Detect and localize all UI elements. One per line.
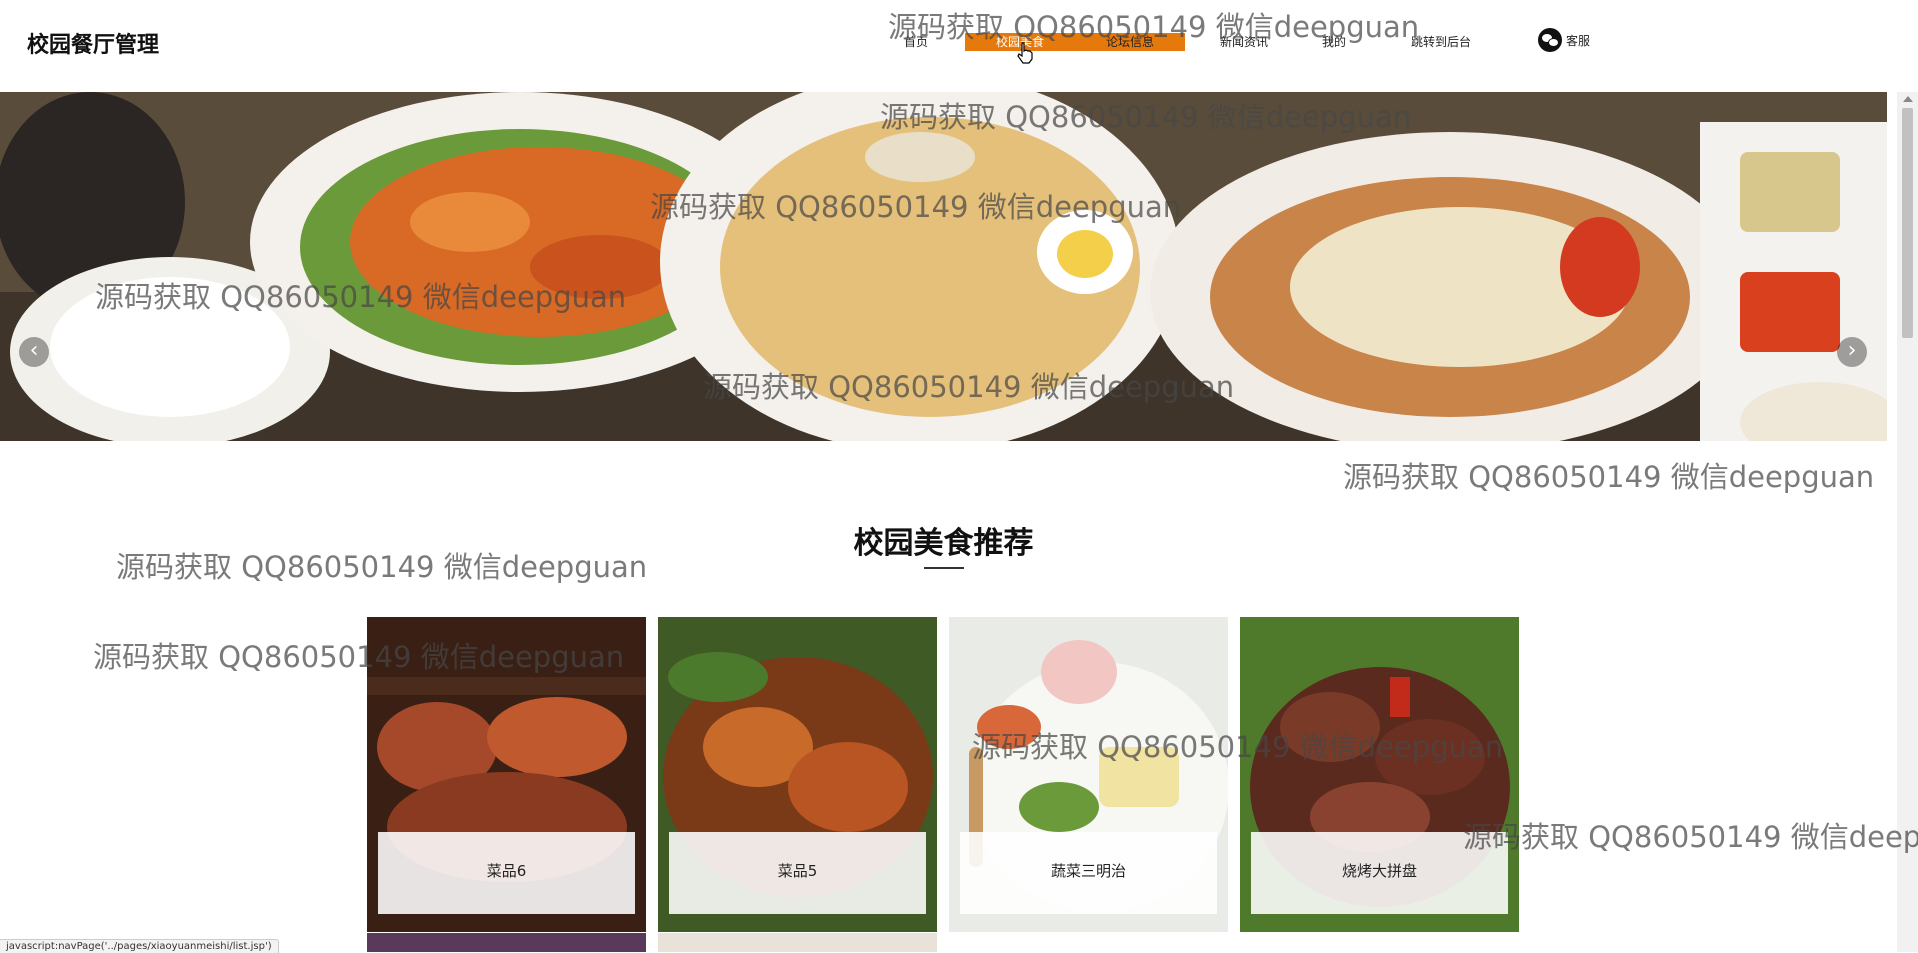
food-image [658, 933, 937, 952]
site-brand[interactable]: 校园餐厅管理 [27, 27, 159, 59]
section-title-underline [924, 567, 964, 569]
wechat-icon [1538, 28, 1562, 52]
food-card-next-row[interactable] [658, 933, 937, 952]
food-name: 蔬菜三明治 [960, 832, 1217, 914]
watermark-text: 源码获取 QQ86050149 微信deepguan [1343, 460, 1875, 494]
food-image [367, 933, 646, 952]
scroll-up-arrow-icon[interactable] [1903, 96, 1913, 102]
banner-image [0, 92, 1887, 441]
food-name: 菜品5 [669, 832, 926, 914]
food-card[interactable]: 蔬菜三明治 [949, 617, 1228, 932]
nav-forum[interactable]: 论坛信息 [1075, 33, 1185, 51]
customer-service-label: 客服 [1566, 33, 1591, 48]
nav-home[interactable]: 首页 [895, 33, 937, 51]
food-card[interactable]: 烧烤大拼盘 [1240, 617, 1519, 932]
browser-status-url: javascript:navPage('../pages/xiaoyuanmei… [0, 939, 279, 953]
food-name: 烧烤大拼盘 [1251, 832, 1508, 914]
nav-mine[interactable]: 我的 [1311, 33, 1357, 51]
nav-news[interactable]: 新闻资讯 [1207, 33, 1281, 51]
section-title: 校园美食推荐 [853, 526, 1034, 561]
main-nav: 首页 校园美食 论坛信息 新闻资讯 我的 跳转到后台 [895, 30, 1485, 54]
food-name: 菜品6 [378, 832, 635, 914]
carousel-prev-button[interactable]: ‹ [19, 337, 49, 367]
hand-cursor-icon [1017, 42, 1033, 64]
page-scrollbar[interactable] [1897, 92, 1918, 952]
food-card[interactable]: 菜品6 [367, 617, 646, 932]
top-header: 校园餐厅管理 首页 校园美食 论坛信息 新闻资讯 我的 跳转到后台 客服 [0, 0, 1897, 92]
scroll-thumb[interactable] [1902, 108, 1913, 338]
food-card-next-row[interactable] [367, 933, 646, 952]
nav-admin[interactable]: 跳转到后台 [1397, 33, 1485, 51]
food-banner: ‹ › [0, 92, 1887, 441]
food-card[interactable]: 菜品5 [658, 617, 937, 932]
carousel-next-button[interactable]: › [1837, 337, 1867, 367]
watermark-text: 源码获取 QQ86050149 微信deepguan [1463, 820, 1918, 854]
customer-service[interactable]: 客服 [1538, 28, 1590, 52]
